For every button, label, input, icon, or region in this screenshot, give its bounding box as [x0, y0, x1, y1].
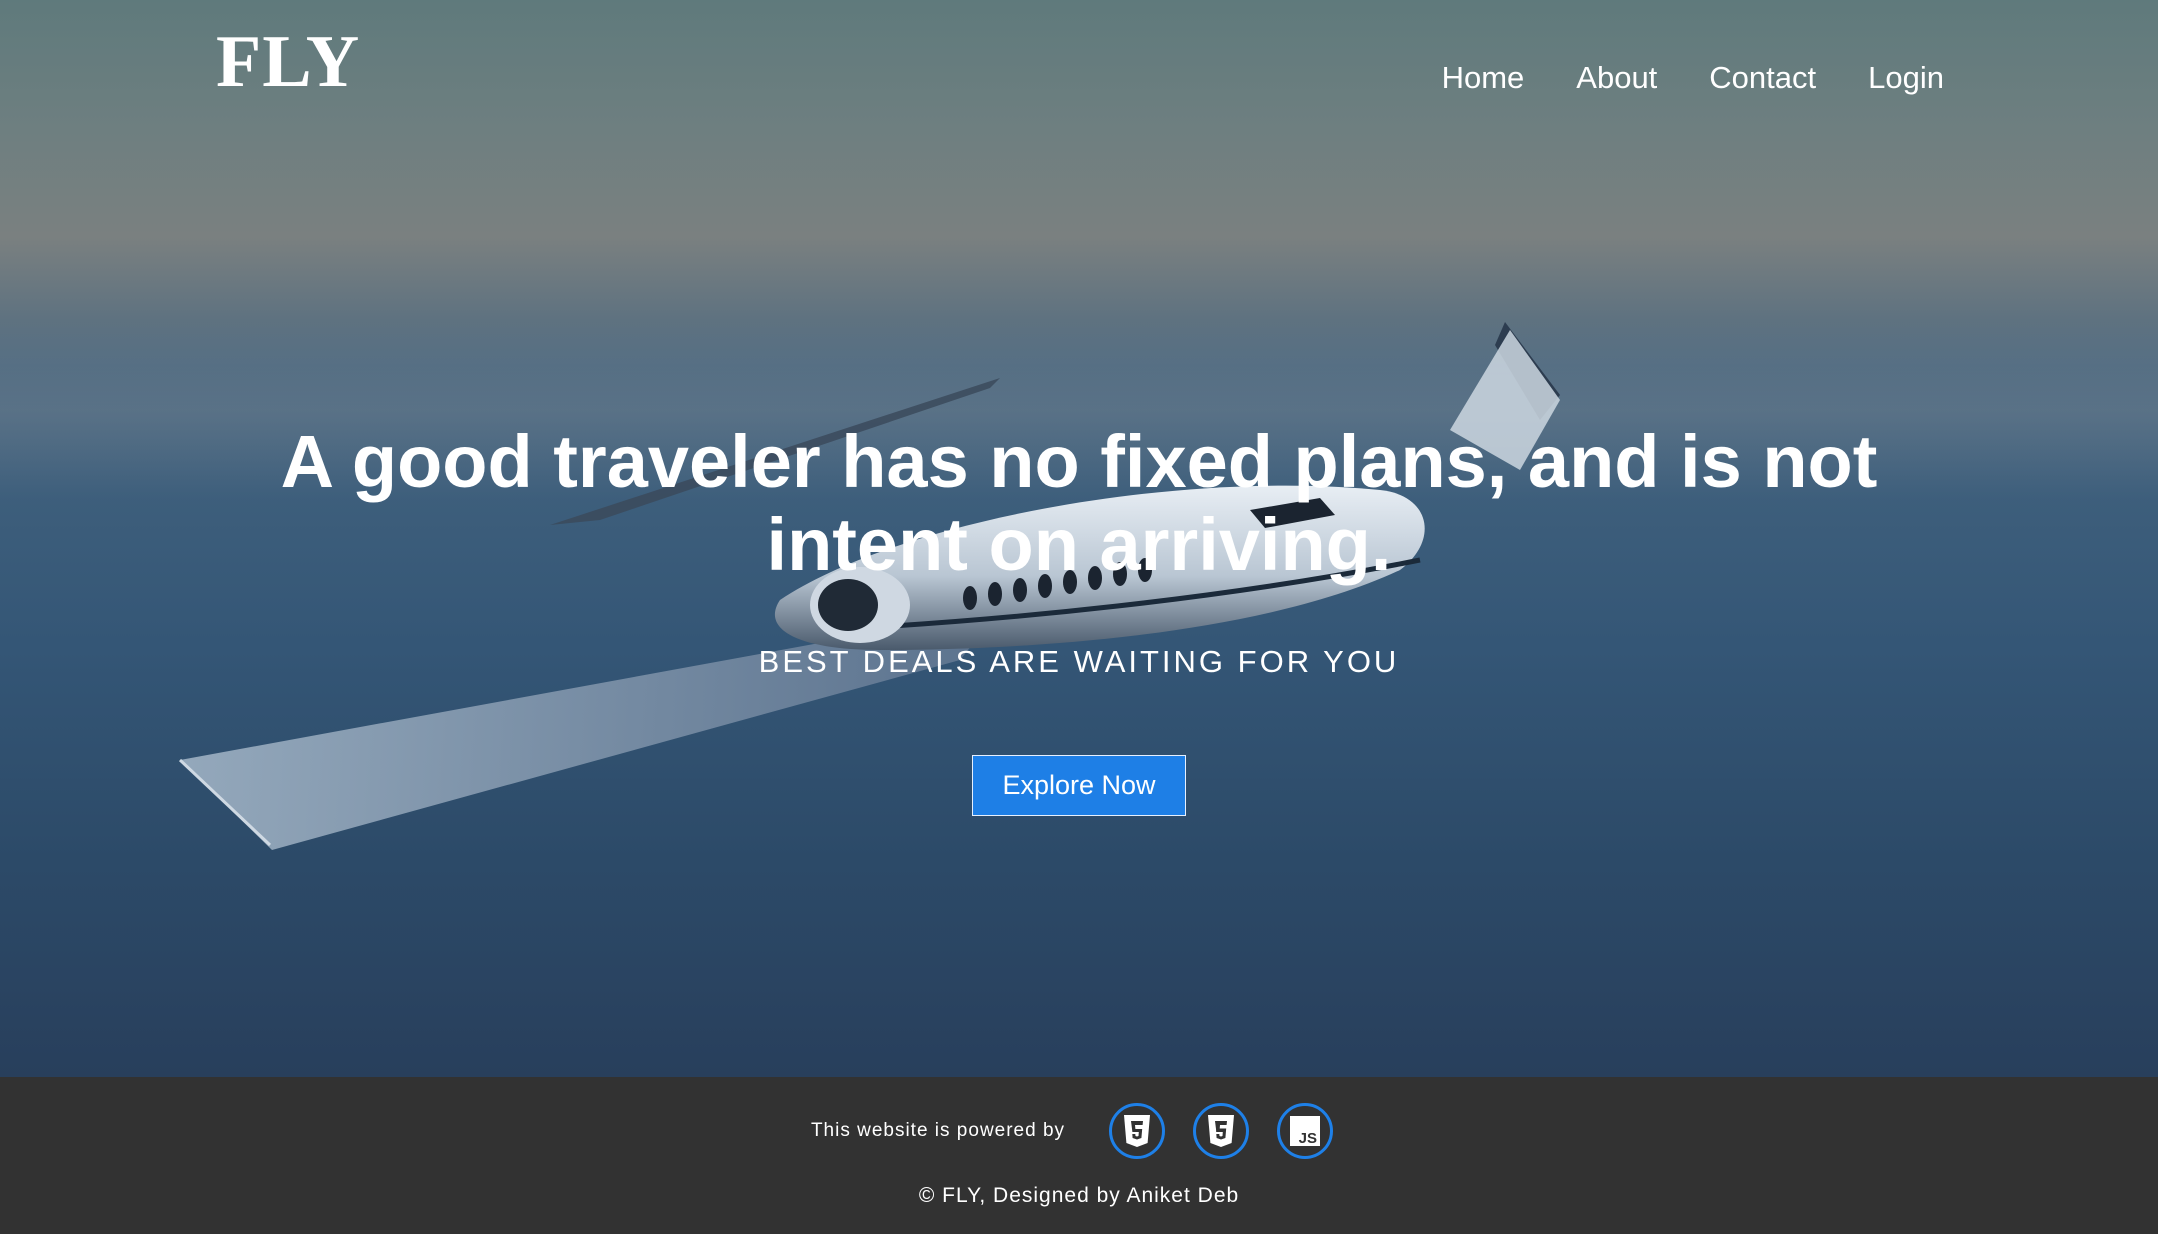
html5-icon[interactable] [1109, 1103, 1166, 1159]
hero-subtitle: BEST DEALS ARE WAITING FOR YOU [758, 644, 1400, 679]
explore-now-button[interactable]: Explore Now [972, 755, 1186, 816]
main-nav: Home About Contact Login [1442, 56, 1944, 100]
hero-headline-line1: A good traveler has no fixed plans, and … [280, 420, 1878, 503]
powered-by-text: This website is powered by [810, 1120, 1066, 1141]
nav-link-login[interactable]: Login [1868, 56, 1944, 100]
js-icon[interactable]: JS [1277, 1103, 1334, 1159]
page: FLY Home About Contact Login A good trav… [0, 0, 2158, 1234]
footer: This website is powered by JS © FLY, Des… [0, 1077, 2158, 1234]
css3-icon[interactable] [1193, 1103, 1250, 1159]
nav-link-home[interactable]: Home [1442, 56, 1525, 100]
nav-link-about[interactable]: About [1576, 56, 1657, 100]
hero-section: FLY Home About Contact Login A good trav… [0, 0, 2158, 1077]
nav-link-contact[interactable]: Contact [1709, 56, 1816, 100]
hero-headline-line2: intent on arriving. [766, 503, 1392, 586]
svg-text:JS: JS [1299, 1130, 1317, 1146]
brand-logo[interactable]: FLY [216, 22, 360, 102]
powered-by-row: This website is powered by JS [0, 1103, 2158, 1159]
copyright-text: © FLY, Designed by Aniket Deb [918, 1184, 1240, 1207]
hero-headline: A good traveler has no fixed plans, and … [0, 420, 2158, 586]
